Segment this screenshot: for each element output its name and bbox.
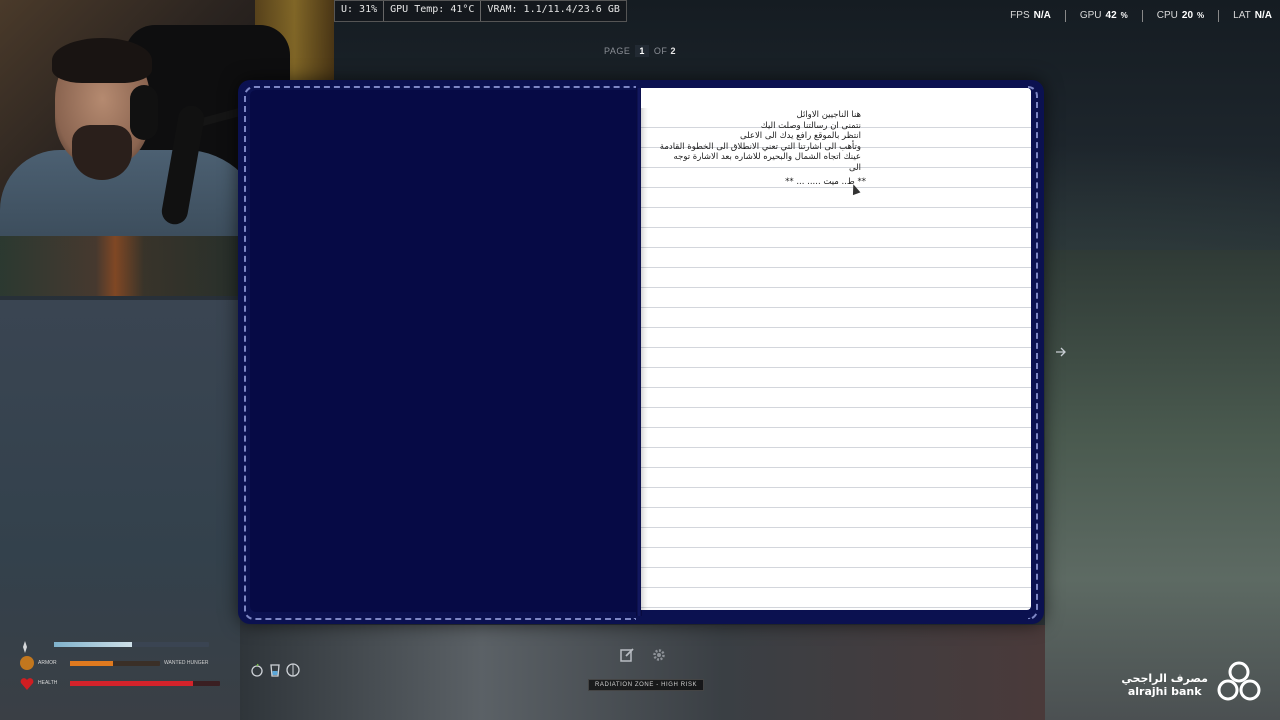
edit-icon[interactable] [618,646,636,664]
armor-bar [70,660,160,666]
gear-icon[interactable] [650,646,668,664]
note-text[interactable]: هنا الناجيين الاوائل نتمنى ان رسالتنا وص… [651,110,861,174]
notebook-page[interactable]: هنا الناجيين الاوائل نتمنى ان رسالتنا وص… [641,88,1031,610]
alrajhi-logo-icon [1216,660,1262,710]
minimap [0,236,240,296]
performance-stats: FPS N/A GPU 42% CPU 20% LAT N/A [1010,10,1272,22]
perf-vram: VRAM: 1.1/11.4/23.6 GB [487,4,620,15]
sponsor-logo: مصرف الراجحي alrajhi bank [1121,660,1262,710]
note-line: عينك اتجاه الشمال والبحيره للاشاره بعد ا… [673,152,861,163]
health-icon [20,676,34,690]
bank-name-ar: مصرف الراجحي [1121,672,1208,685]
health-bar [70,680,220,686]
notebook: هنا الناجيين الاوائل نتمنى ان رسالتنا وص… [238,80,1044,624]
armor-row: ARMOR WANTED HUNGER [20,656,209,670]
player-hud: ARMOR WANTED HUNGER HEALTH [20,636,300,706]
health-row: HEALTH [20,676,220,690]
stamina-row [20,638,209,653]
water-icon [268,662,282,681]
total-pages: 2 [670,46,676,56]
bank-name-en: alrajhi bank [1127,685,1202,698]
cpu-stat: CPU 20% [1156,10,1205,21]
stamina-icon [20,638,30,653]
status-icons [250,662,300,681]
game-road [240,625,1045,720]
gpu-stat: GPU 42% [1079,10,1128,21]
note-line: الى [848,162,861,173]
stamina-bar [54,641,209,647]
note-line: نتمنى ان رسالتنا وصلت اليك [760,120,861,131]
arrow-right-icon [1055,343,1067,362]
zone-badge: RADIATION ZONE - HIGH RISK [588,679,705,691]
notebook-stitching-left [244,86,636,620]
note-line: هنا الناجيين الاوائل [796,110,861,120]
note-line: انتظر بالموقع رافع يدك الى الاعلى [739,131,861,142]
game-ground-right [1045,250,1280,720]
fps-stat: FPS N/A [1010,10,1051,21]
notebook-toolbar [618,646,668,664]
armor-icon [20,656,34,670]
current-page: 1 [635,45,649,57]
page-indicator: PAGE 1 OF 2 [604,45,676,57]
perf-cpu: U: 31% [335,1,385,21]
perf-overlay: U: 31% GPU Temp: 41°C VRAM: 1.1/11.4/23.… [334,0,627,22]
perf-gpu-temp: GPU Temp: 41°C [384,1,482,21]
brain-icon [286,662,300,681]
latency-stat: LAT N/A [1233,10,1272,21]
food-icon [250,662,264,681]
note-line: وتأهب الى اشارتنا التي تعني الانطلاق الى… [659,141,861,152]
